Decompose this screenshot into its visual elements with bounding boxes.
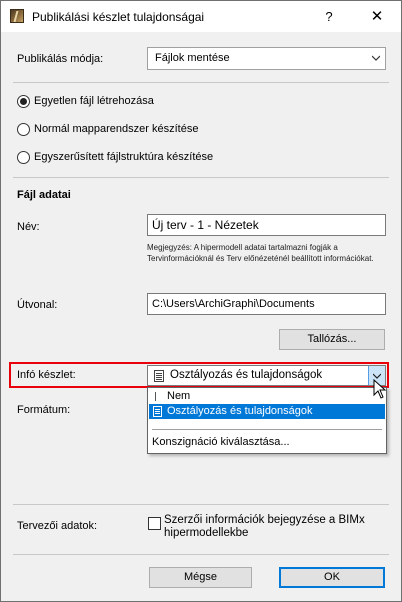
cancel-button[interactable]: Mégse xyxy=(149,567,252,588)
browse-button[interactable]: Tallózás... xyxy=(279,329,385,350)
dialog-content: Publikálás módja: Fájlok mentése Egyetle… xyxy=(1,32,401,601)
archicad-app-icon xyxy=(10,9,24,23)
path-value: C:\Users\ArchiGraphi\Documents xyxy=(152,298,315,310)
title-bar: Publikálási készlet tulajdonságai ? ✕ xyxy=(1,1,401,32)
info-set-value: Osztályozás és tulajdonságok xyxy=(170,369,323,381)
dropdown-item-consignment[interactable]: Konszignáció kiválasztása... xyxy=(149,435,385,450)
divider xyxy=(13,82,389,83)
radio-simplified-structure-label[interactable]: Egyszerűsített fájlstruktúra készítése xyxy=(34,151,213,163)
radio-normal-folders-label[interactable]: Normál mapparendszer készítése xyxy=(34,123,198,135)
ok-button[interactable]: OK xyxy=(279,567,385,588)
designer-data-label: Tervezői adatok: xyxy=(17,520,98,532)
bimx-author-label-line1[interactable]: Szerzői információk bejegyzése a BIMx xyxy=(164,514,365,526)
radio-single-file-label[interactable]: Egyetlen fájl létrehozása xyxy=(34,95,154,107)
divider xyxy=(13,504,389,505)
empty-marker-icon xyxy=(155,392,156,401)
dialog-title: Publikálási készlet tulajdonságai xyxy=(32,10,205,24)
publish-mode-label: Publikálás módja: xyxy=(17,53,104,65)
name-label: Név: xyxy=(17,221,40,233)
radio-single-file[interactable] xyxy=(17,95,30,108)
format-label: Formátum: xyxy=(17,404,71,416)
dropdown-separator xyxy=(152,429,382,430)
dialog-window: Publikálási készlet tulajdonságai ? ✕ Pu… xyxy=(0,0,402,602)
radio-normal-folders[interactable] xyxy=(17,123,30,136)
mouse-cursor-icon xyxy=(373,379,387,399)
radio-simplified-structure[interactable] xyxy=(17,151,30,164)
note-text: Megjegyzés: A hipermodell adatai tartalm… xyxy=(147,243,374,263)
dropdown-item-classification[interactable]: Osztályozás és tulajdonságok xyxy=(149,404,385,419)
help-button[interactable]: ? xyxy=(317,6,341,28)
divider xyxy=(13,177,389,178)
chevron-down-icon xyxy=(372,55,380,61)
divider xyxy=(13,554,389,555)
info-set-doc-icon xyxy=(154,370,164,382)
dropdown-item-label: Nem xyxy=(167,390,191,402)
dropdown-item-none[interactable]: Nem xyxy=(149,389,385,404)
dropdown-item-label: Osztályozás és tulajdonságok xyxy=(167,405,313,417)
publish-mode-value: Fájlok mentése xyxy=(155,52,230,64)
dropdown-item-label: Konszignáció kiválasztása... xyxy=(152,436,290,448)
info-set-select[interactable]: Osztályozás és tulajdonságok xyxy=(147,365,386,386)
bimx-author-label-line2[interactable]: hipermodellekbe xyxy=(164,527,248,539)
doc-icon xyxy=(153,406,162,417)
close-button[interactable]: ✕ xyxy=(363,6,391,28)
name-input[interactable]: Új terv - 1 - Nézetek xyxy=(147,214,386,236)
file-data-heading: Fájl adatai xyxy=(17,189,71,201)
name-value: Új terv - 1 - Nézetek xyxy=(152,218,259,232)
path-label: Útvonal: xyxy=(17,299,58,311)
info-set-dropdown-list: Nem Osztályozás és tulajdonságok Konszig… xyxy=(147,387,387,454)
publish-mode-select[interactable]: Fájlok mentése xyxy=(147,47,386,70)
path-input[interactable]: C:\Users\ArchiGraphi\Documents xyxy=(147,293,386,315)
bimx-author-checkbox[interactable] xyxy=(148,517,161,530)
